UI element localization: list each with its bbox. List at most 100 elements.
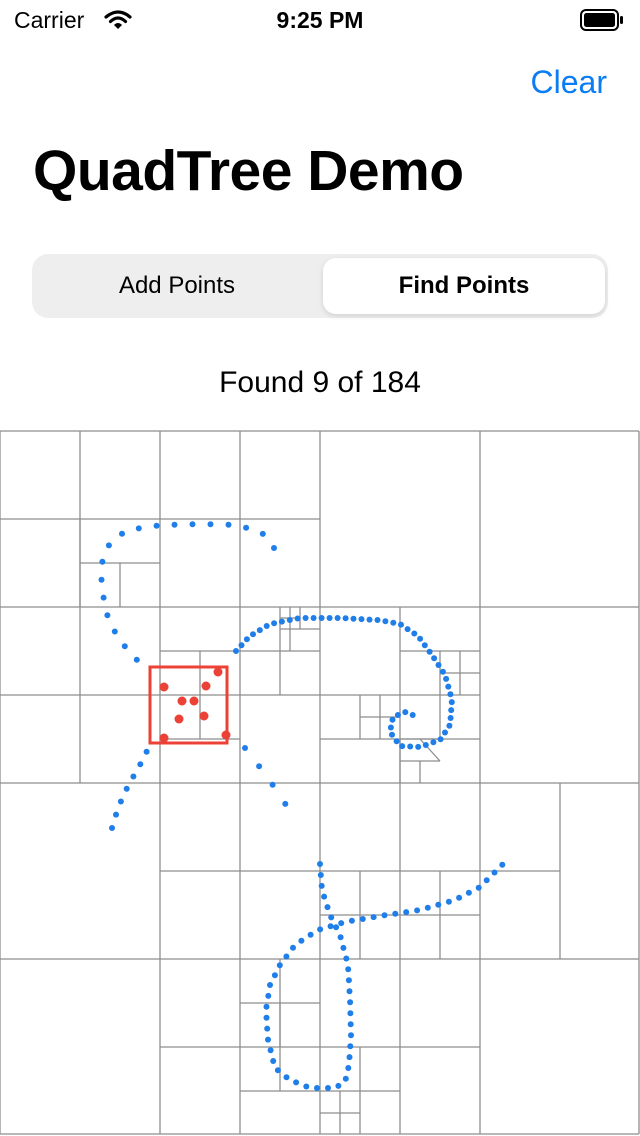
- clock: 9:25 PM: [276, 7, 364, 33]
- data-point: [267, 1047, 274, 1054]
- clear-button[interactable]: Clear: [531, 64, 607, 101]
- data-point: [269, 781, 276, 788]
- data-point: [392, 910, 399, 917]
- data-point: [286, 617, 293, 623]
- data-point: [448, 707, 455, 714]
- data-point: [243, 524, 250, 531]
- data-point: [113, 811, 119, 818]
- data-point: [343, 955, 350, 962]
- data-point: [98, 576, 105, 583]
- data-point: [443, 675, 450, 682]
- quadtree-cell-edge: [419, 738, 441, 762]
- data-point: [233, 648, 239, 654]
- found-point: [159, 733, 169, 743]
- data-point: [117, 798, 124, 805]
- data-point: [325, 1085, 331, 1091]
- data-point: [333, 924, 340, 931]
- data-point: [402, 709, 409, 716]
- data-point: [99, 558, 106, 565]
- found-point: [213, 667, 223, 677]
- data-point: [189, 521, 196, 528]
- result-count-label: Found 9 of 184: [219, 366, 421, 399]
- data-point: [318, 615, 325, 621]
- found-point: [221, 730, 231, 740]
- data-point: [358, 616, 365, 623]
- data-point: [271, 620, 278, 627]
- data-point: [411, 630, 418, 637]
- query-rectangle[interactable]: [148, 665, 229, 745]
- data-point: [317, 861, 323, 867]
- data-point: [415, 743, 422, 750]
- data-point: [414, 907, 421, 914]
- data-point: [143, 748, 150, 755]
- quadtree-grid: [0, 430, 640, 1135]
- data-point: [282, 800, 289, 807]
- data-point: [283, 953, 290, 960]
- data-point: [437, 736, 444, 743]
- data-point: [290, 944, 296, 951]
- data-point: [100, 594, 107, 601]
- data-point: [225, 521, 232, 528]
- data-point: [263, 1014, 270, 1021]
- data-point: [426, 648, 433, 655]
- data-point: [207, 521, 214, 528]
- data-point: [337, 934, 344, 941]
- data-point: [342, 615, 349, 622]
- data-point: [334, 615, 341, 621]
- data-point: [294, 615, 301, 622]
- data-point: [298, 937, 305, 944]
- data-point: [387, 724, 394, 731]
- quadtree-canvas[interactable]: [0, 430, 640, 1136]
- data-point: [256, 627, 263, 634]
- data-point: [243, 636, 250, 643]
- data-point: [109, 825, 115, 831]
- data-point: [347, 1010, 354, 1017]
- data-point: [475, 884, 482, 891]
- data-point: [348, 917, 355, 924]
- data-point: [350, 615, 357, 622]
- data-point: [347, 1021, 354, 1028]
- data-point: [409, 712, 416, 718]
- found-point: [199, 711, 209, 721]
- found-point: [201, 681, 211, 691]
- data-point: [263, 1003, 270, 1010]
- data-point: [130, 773, 137, 780]
- data-point: [381, 912, 388, 919]
- data-point: [317, 926, 324, 933]
- data-point: [403, 909, 410, 916]
- data-point: [137, 761, 144, 768]
- data-point: [447, 715, 454, 721]
- found-point: [174, 714, 184, 724]
- data-point: [307, 931, 314, 938]
- data-point: [310, 615, 317, 621]
- data-point: [345, 1065, 352, 1071]
- data-point: [293, 1079, 300, 1086]
- data-point: [390, 619, 397, 626]
- data-point: [421, 642, 428, 649]
- data-point: [417, 635, 424, 642]
- data-point: [424, 904, 431, 911]
- data-point: [483, 877, 490, 884]
- data-point: [374, 617, 381, 623]
- data-point: [265, 1036, 271, 1043]
- data-point: [171, 521, 178, 528]
- data-point: [271, 545, 277, 551]
- data-point: [491, 869, 498, 876]
- data-point: [264, 1025, 271, 1032]
- data-point: [317, 872, 324, 878]
- data-point: [393, 738, 400, 745]
- data-point: [431, 655, 438, 662]
- data-point: [242, 745, 248, 751]
- segment-find-points[interactable]: Find Points: [323, 258, 605, 314]
- data-point: [119, 530, 125, 537]
- data-point: [153, 522, 160, 529]
- data-point: [394, 712, 401, 718]
- data-point: [250, 631, 256, 638]
- data-point: [314, 1085, 320, 1091]
- data-point: [389, 731, 395, 738]
- data-point: [259, 530, 266, 537]
- data-point: [274, 1067, 281, 1074]
- data-point: [398, 621, 404, 628]
- data-point: [430, 739, 437, 746]
- segment-add-points[interactable]: Add Points: [36, 258, 318, 314]
